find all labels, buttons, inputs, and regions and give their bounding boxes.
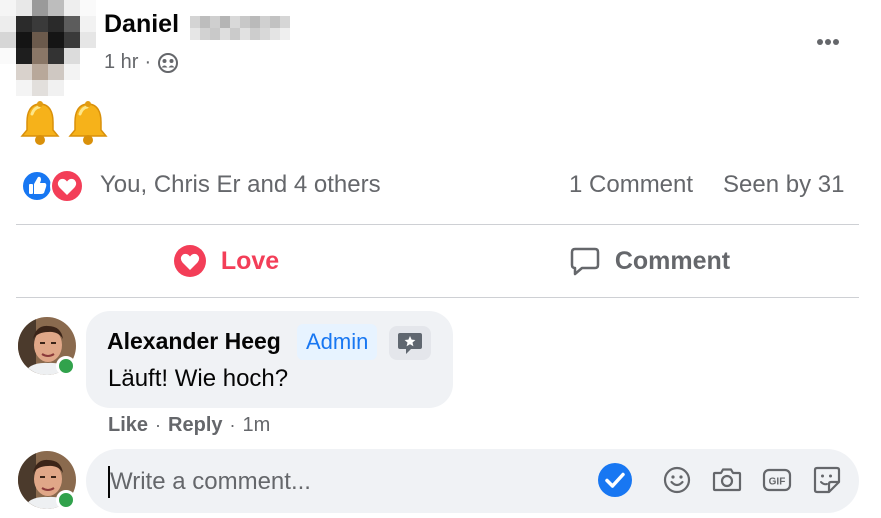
like-reaction-icon [21,170,53,202]
post-body [18,100,110,146]
online-status-indicator [56,356,76,376]
comment-input[interactable] [108,463,572,501]
separator: · [155,415,162,435]
comment-text: Läuft! Wie hoch? [108,365,289,392]
author-avatar[interactable] [0,0,96,96]
post-meta: 1 hr · [104,51,179,74]
comment-count-link[interactable]: 1 Comment [569,171,693,199]
redacted-surname [190,16,290,40]
comment-time[interactable]: 1m [243,414,271,437]
star-message-icon[interactable] [389,326,431,360]
text-caret [108,466,110,498]
comment-reply-link[interactable]: Reply [168,414,222,437]
reaction-names[interactable]: You, Chris Er and 4 others [100,171,381,199]
more-options-button[interactable] [808,28,848,56]
comment-like-link[interactable]: Like [108,414,148,437]
meta-separator: · [144,51,152,73]
divider [16,224,859,225]
post-time[interactable]: 1 hr [104,51,138,74]
online-status-indicator [56,490,76,510]
comment-button[interactable]: Comment [440,230,859,292]
admin-badge[interactable]: Admin [297,324,378,360]
love-icon [173,245,206,277]
checkmark-icon[interactable] [597,462,633,498]
love-label: Love [220,246,280,275]
divider [16,297,859,298]
comment-actions: Like · Reply · 1m [108,414,270,437]
comment-label: Comment [614,246,731,275]
sticker-icon[interactable] [809,462,845,498]
seen-by-count[interactable]: Seen by 31 [723,171,844,199]
comment-author-name[interactable]: Alexander Heeg [107,328,281,355]
love-reaction-icon [50,169,84,203]
love-button[interactable]: Love [16,230,436,292]
gif-icon[interactable]: GIF [759,462,795,498]
svg-text:GIF: GIF [769,477,786,488]
friends-icon[interactable] [157,52,179,74]
author-name[interactable]: Daniel [104,10,179,39]
camera-icon[interactable] [709,462,745,498]
bell-icon [68,101,108,145]
bell-icon [20,101,60,145]
separator: · [229,415,236,435]
comment-icon [570,247,600,276]
emoji-icon[interactable] [659,462,695,498]
more-horizontal-icon [816,39,840,60]
reaction-icons[interactable] [20,169,86,203]
